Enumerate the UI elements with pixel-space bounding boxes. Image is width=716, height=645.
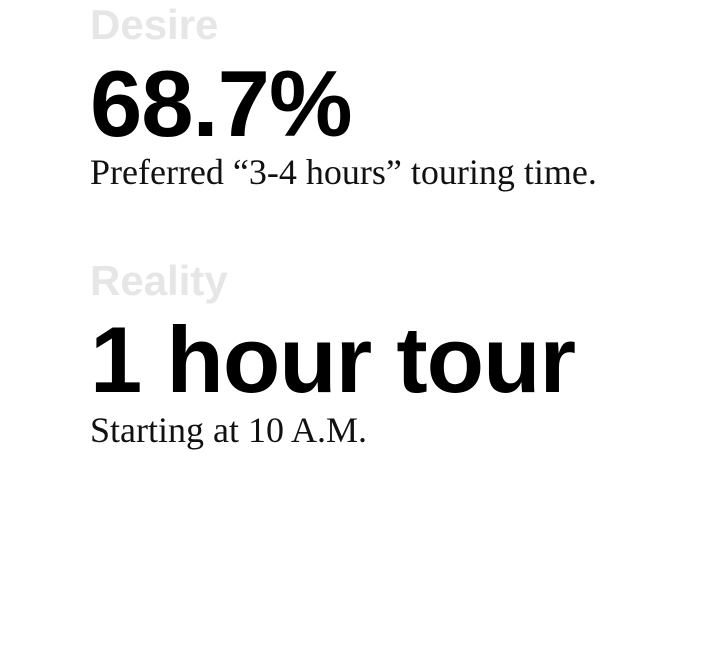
reality-label: Reality bbox=[90, 257, 228, 304]
reality-note: Starting at 10 A.M. bbox=[90, 410, 367, 450]
desire-note: Preferred “3-4 hours” touring time. bbox=[90, 152, 597, 192]
desire-value: 68.7% bbox=[90, 51, 353, 156]
desire-label: Desire bbox=[90, 1, 219, 48]
reality-value: 1 hour tour bbox=[90, 307, 576, 412]
